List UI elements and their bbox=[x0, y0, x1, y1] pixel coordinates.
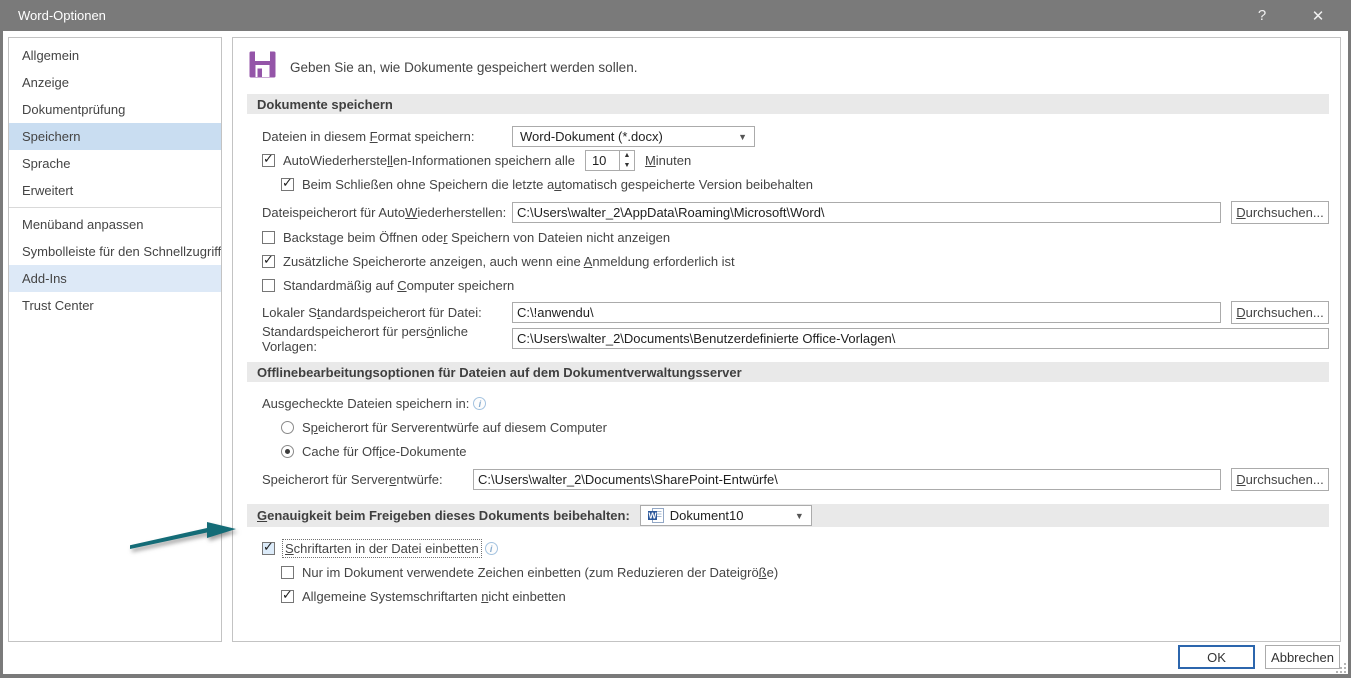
backstage-label: Backstage beim Öffnen oder Speichern von… bbox=[283, 230, 670, 245]
templates-input[interactable] bbox=[512, 328, 1329, 349]
templates-label: Standardspeicherort für persönliche Vorl… bbox=[262, 324, 512, 354]
browse-autorecover-button[interactable]: Durchsuchen... bbox=[1231, 201, 1329, 224]
minutes-value: 10 bbox=[586, 151, 619, 170]
sidebar-item-symbolleiste[interactable]: Symbolleiste für den Schnellzugriff bbox=[9, 238, 221, 265]
default-computer-label: Standardmäßig auf Computer speichern bbox=[283, 278, 514, 293]
embed-fonts-checkbox[interactable] bbox=[262, 542, 275, 555]
save-floppy-icon bbox=[249, 51, 276, 83]
sidebar-item-trustcenter[interactable]: Trust Center bbox=[9, 292, 221, 319]
close-button[interactable]: ✕ bbox=[1305, 7, 1331, 25]
server-drafts-path-label: Speicherort für Serverentwürfe: bbox=[262, 472, 473, 487]
autorecover-path-input[interactable] bbox=[512, 202, 1221, 223]
title-bar: Word-Optionen ? ✕ bbox=[0, 0, 1351, 31]
fidelity-label: Genauigkeit beim Freigeben dieses Dokume… bbox=[257, 508, 630, 523]
minutes-label: Minuten bbox=[645, 153, 691, 168]
autorecover-checkbox[interactable] bbox=[262, 154, 275, 167]
resize-grip[interactable] bbox=[1334, 661, 1346, 673]
annotation-arrow bbox=[128, 516, 240, 556]
minutes-spinner[interactable]: 10 ▲ ▼ bbox=[585, 150, 635, 171]
embed-used-only-label: Nur im Dokument verwendete Zeichen einbe… bbox=[302, 565, 778, 580]
embed-fonts-label: Schriftarten in der Datei einbetten bbox=[285, 541, 479, 556]
sidebar-item-sprache[interactable]: Sprache bbox=[9, 150, 221, 177]
server-drafts-radio[interactable] bbox=[281, 421, 294, 434]
embed-fonts-focus-ring: Schriftarten in der Datei einbetten bbox=[283, 540, 481, 557]
save-settings-panel: Geben Sie an, wie Dokumente gespeichert … bbox=[232, 37, 1341, 642]
section-header-dokumente-speichern: Dokumente speichern bbox=[247, 94, 1329, 114]
sidebar-separator bbox=[9, 207, 221, 208]
document-dropdown[interactable]: W Dokument10 ▼ bbox=[640, 505, 812, 526]
local-default-label: Lokaler Standardspeicherort für Datei: bbox=[262, 305, 512, 320]
no-system-fonts-checkbox[interactable] bbox=[281, 590, 294, 603]
chevron-down-icon: ▼ bbox=[787, 511, 804, 521]
office-cache-radio-label: Cache für Office-Dokumente bbox=[302, 444, 467, 459]
server-drafts-radio-label: Speicherort für Serverentwürfe auf diese… bbox=[302, 420, 607, 435]
info-icon: i bbox=[485, 542, 498, 555]
default-computer-checkbox[interactable] bbox=[262, 279, 275, 292]
format-dropdown-value: Word-Dokument (*.docx) bbox=[520, 129, 663, 144]
sidebar-item-dokumentpruefung[interactable]: Dokumentprüfung bbox=[9, 96, 221, 123]
section-header-fidelity: Genauigkeit beim Freigeben dieses Dokume… bbox=[247, 504, 1329, 527]
browse-local-default-button[interactable]: Durchsuchen... bbox=[1231, 301, 1329, 324]
format-label: Dateien in diesem Format speichern: bbox=[262, 129, 512, 144]
svg-text:W: W bbox=[648, 511, 657, 521]
sidebar-item-erweitert[interactable]: Erweitert bbox=[9, 177, 221, 204]
info-icon: i bbox=[473, 397, 486, 410]
server-drafts-input[interactable] bbox=[473, 469, 1221, 490]
sidebar-item-menueband[interactable]: Menüband anpassen bbox=[9, 211, 221, 238]
extra-locations-checkbox[interactable] bbox=[262, 255, 275, 268]
sidebar-item-addins[interactable]: Add-Ins bbox=[9, 265, 221, 292]
cancel-button[interactable]: Abbrechen bbox=[1265, 645, 1340, 669]
sidebar-item-anzeige[interactable]: Anzeige bbox=[9, 69, 221, 96]
page-intro-text: Geben Sie an, wie Dokumente gespeichert … bbox=[290, 60, 637, 75]
format-dropdown[interactable]: Word-Dokument (*.docx) ▼ bbox=[512, 126, 755, 147]
no-system-fonts-label: Allgemeine Systemschriftarten nicht einb… bbox=[302, 589, 566, 604]
local-default-input[interactable] bbox=[512, 302, 1221, 323]
help-button[interactable]: ? bbox=[1249, 7, 1275, 25]
office-cache-radio[interactable] bbox=[281, 445, 294, 458]
sidebar-item-allgemein[interactable]: Allgemein bbox=[9, 42, 221, 69]
ok-button[interactable]: OK bbox=[1178, 645, 1255, 669]
chevron-down-icon: ▼ bbox=[730, 132, 747, 142]
embed-used-only-checkbox[interactable] bbox=[281, 566, 294, 579]
extra-locations-label: Zusätzliche Speicherorte anzeigen, auch … bbox=[283, 254, 735, 269]
word-document-icon: W bbox=[648, 508, 664, 523]
browse-server-drafts-button[interactable]: Durchsuchen... bbox=[1231, 468, 1329, 491]
autorecover-path-label: Dateispeicherort für AutoWiederherstelle… bbox=[262, 205, 512, 220]
document-dropdown-value: Dokument10 bbox=[670, 508, 744, 523]
keep-last-version-label: Beim Schließen ohne Speichern die letzte… bbox=[302, 177, 813, 192]
checkedout-label: Ausgecheckte Dateien speichern in: bbox=[262, 396, 469, 411]
dialog-body: Allgemein Anzeige Dokumentprüfung Speich… bbox=[3, 31, 1348, 674]
spinner-down-icon[interactable]: ▼ bbox=[620, 161, 634, 171]
backstage-checkbox[interactable] bbox=[262, 231, 275, 244]
keep-last-version-checkbox[interactable] bbox=[281, 178, 294, 191]
autorecover-label: AutoWiederherstellen-Informationen speic… bbox=[283, 153, 575, 168]
section-header-offline: Offlinebearbeitungsoptionen für Dateien … bbox=[247, 362, 1329, 382]
spinner-up-icon[interactable]: ▲ bbox=[620, 151, 634, 161]
dialog-title: Word-Optionen bbox=[18, 8, 106, 23]
sidebar-item-speichern[interactable]: Speichern bbox=[9, 123, 221, 150]
word-options-dialog: Word-Optionen ? ✕ Allgemein Anzeige Doku… bbox=[0, 0, 1351, 678]
